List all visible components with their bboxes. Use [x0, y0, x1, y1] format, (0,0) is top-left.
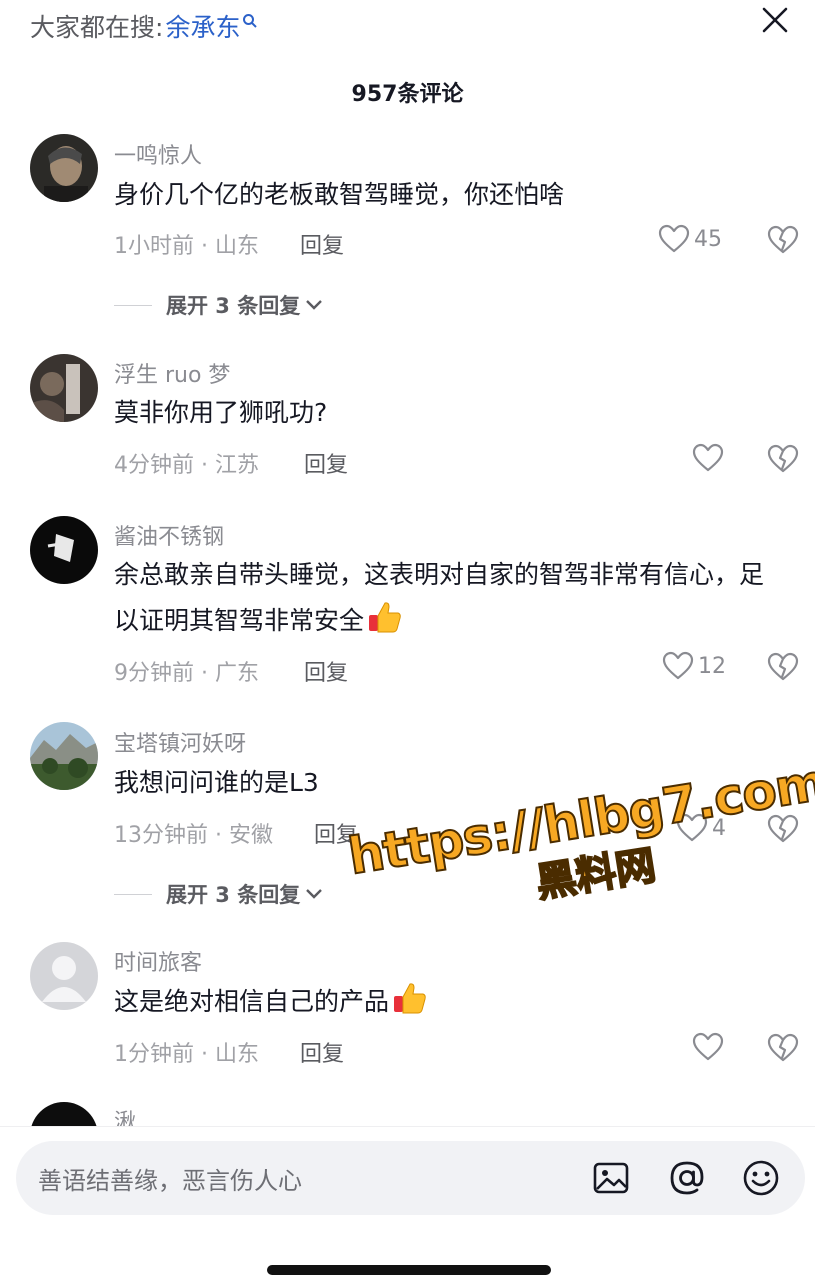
broken-heart-icon[interactable]	[767, 444, 799, 474]
like-button[interactable]	[692, 443, 724, 473]
comment-username[interactable]: 宝塔镇河妖呀	[114, 726, 246, 758]
reply-button[interactable]: 回复	[300, 228, 344, 260]
comment-text: 这是绝对相信自己的产品	[114, 979, 764, 1025]
heart-icon	[692, 443, 724, 472]
expand-replies-label: 展开 3 条回复	[166, 883, 301, 907]
hot-search-bar[interactable]: 大家都在搜: 余承东	[30, 6, 258, 46]
reply-button[interactable]: 回复	[304, 447, 348, 479]
reply-button[interactable]: 回复	[300, 1036, 344, 1068]
comment-time-location: 1分钟前 · 山东	[114, 1042, 259, 1067]
broken-heart-icon[interactable]	[767, 225, 799, 255]
comment-time-location: 9分钟前 · 广东	[114, 661, 259, 686]
avatar[interactable]	[30, 134, 98, 202]
avatar[interactable]	[30, 722, 98, 790]
comment-username[interactable]: 浮生 ruo 梦	[114, 357, 230, 389]
divider	[114, 304, 152, 306]
broken-heart-icon[interactable]	[767, 1033, 799, 1063]
hot-search-prefix: 大家都在搜:	[30, 13, 164, 42]
like-button[interactable]	[692, 1032, 724, 1062]
comment-time-location: 4分钟前 · 江苏	[114, 453, 259, 478]
comment-text-content: 余总敢亲自带头睡觉，这表明对自家的智驾非常有信心，足以证明其智驾非常安全	[114, 560, 765, 635]
at-icon[interactable]	[666, 1157, 708, 1199]
hot-search-term[interactable]: 余承东	[165, 8, 240, 44]
like-count: 45	[694, 226, 722, 252]
thumbs-up-emoji-icon	[394, 983, 426, 1014]
home-indicator[interactable]	[267, 1265, 551, 1275]
image-icon[interactable]	[590, 1157, 632, 1199]
comment-count-title: 957条评论	[351, 82, 464, 107]
chevron-down-icon	[306, 889, 323, 899]
like-button[interactable]: 45	[658, 224, 722, 254]
chevron-down-icon	[306, 300, 323, 310]
comment-time-location: 1小时前 · 山东	[114, 234, 259, 259]
divider	[114, 893, 152, 895]
broken-heart-icon[interactable]	[767, 652, 799, 682]
like-button[interactable]: 12	[662, 651, 726, 681]
avatar[interactable]	[30, 942, 98, 1010]
reply-button[interactable]: 回复	[304, 655, 348, 687]
avatar[interactable]	[30, 354, 98, 422]
comment-text: 身价几个亿的老板敢智驾睡觉，你还怕啥	[114, 180, 565, 209]
expand-replies-button[interactable]: 展开 3 条回复	[114, 879, 324, 909]
comment-input-placeholder: 善语结善缘，恶言伤人心	[38, 1167, 302, 1195]
search-icon	[243, 14, 258, 28]
smiley-icon[interactable]	[740, 1157, 782, 1199]
comment-input[interactable]: 善语结善缘，恶言伤人心	[16, 1141, 805, 1215]
thumbs-up-emoji-icon	[369, 602, 401, 633]
comment-username[interactable]: 一鸣惊人	[114, 138, 202, 170]
comment-username[interactable]: 时间旅客	[114, 945, 202, 977]
heart-icon	[658, 224, 690, 253]
heart-icon	[662, 651, 694, 680]
close-icon[interactable]	[759, 4, 791, 36]
comment-username[interactable]: 酱油不锈钢	[114, 519, 224, 551]
avatar[interactable]	[30, 516, 98, 584]
comment-text: 余总敢亲自带头睡觉，这表明对自家的智驾非常有信心，足以证明其智驾非常安全	[114, 552, 764, 644]
heart-icon	[692, 1032, 724, 1061]
expand-replies-button[interactable]: 展开 3 条回复	[114, 290, 324, 320]
comment-text-content: 这是绝对相信自己的产品	[114, 987, 390, 1016]
expand-replies-label: 展开 3 条回复	[166, 294, 301, 318]
like-count: 12	[698, 653, 726, 679]
comment-text: 莫非你用了狮吼功?	[114, 398, 328, 427]
comment-time-location: 13分钟前 · 安徽	[114, 823, 273, 848]
